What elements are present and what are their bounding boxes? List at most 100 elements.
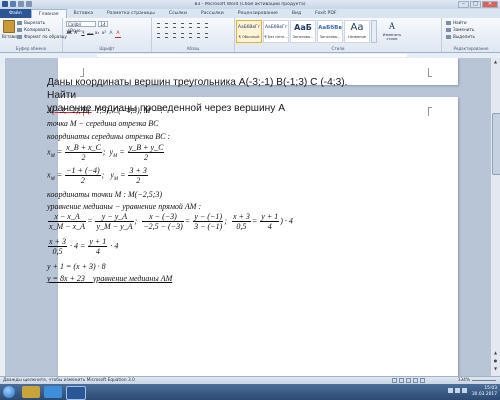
median-heading: уравнение медианы − уравнение прямой AM …: [47, 202, 202, 211]
undo-icon[interactable]: [18, 1, 24, 7]
word-logo-icon[interactable]: [2, 1, 8, 7]
italic-button[interactable]: К: [73, 31, 79, 37]
tab-insert[interactable]: Вставка: [67, 9, 100, 18]
multilevel-list-button[interactable]: [171, 21, 178, 27]
format-painter-button[interactable]: Формат по образцу: [17, 34, 67, 39]
increase-indent-button[interactable]: [187, 21, 194, 27]
clipboard-group: Вставить Вырезать Копировать Формат по о…: [0, 18, 67, 52]
paragraph-row-2: [155, 31, 210, 37]
underline-button[interactable]: Ч: [80, 31, 86, 37]
zoom-slider[interactable]: [472, 380, 496, 381]
word-taskbar-icon[interactable]: [66, 386, 86, 400]
browser-icon[interactable]: [44, 386, 62, 398]
point-m-coords: координаты точки M : M(−2,5;3): [47, 190, 163, 199]
prev-page-icon[interactable]: ▲: [492, 350, 499, 356]
style-title[interactable]: Аа Название: [344, 20, 370, 43]
title-bar: В3 - Microsoft Word (Сбой активации прод…: [0, 0, 500, 9]
bold-button[interactable]: Ж: [66, 31, 72, 37]
paste-button[interactable]: Вставить: [2, 20, 21, 42]
subscript-button[interactable]: x₂: [94, 31, 100, 37]
paragraph-group: Абзац: [152, 18, 235, 52]
minimize-button[interactable]: –: [458, 1, 469, 8]
vertical-scrollbar[interactable]: ▲ ▲ ● ▼: [490, 58, 500, 376]
superscript-button[interactable]: x²: [101, 31, 107, 37]
line-spacing-button[interactable]: [187, 31, 194, 37]
close-button[interactable]: ✕: [482, 1, 498, 8]
style-no-spacing[interactable]: АаБбВвГг ¶ Без инте...: [263, 20, 289, 43]
status-hint: Дважды щелкните, чтобы изменить Microsof…: [3, 378, 135, 383]
style-normal[interactable]: АаБбВвГг ¶ Обычный: [236, 20, 262, 43]
maximize-button[interactable]: □: [470, 1, 481, 8]
volume-icon[interactable]: [455, 388, 460, 393]
full-screen-icon[interactable]: [399, 378, 404, 383]
zoom-level[interactable]: 134%: [458, 378, 470, 383]
explorer-icon[interactable]: [22, 386, 40, 398]
shading-button[interactable]: [195, 31, 202, 37]
font-format-buttons: Ж К Ч abc x₂ x² A A: [66, 31, 121, 38]
change-styles-button[interactable]: A Изменить стили: [378, 20, 406, 43]
align-left-button[interactable]: [155, 31, 162, 37]
multiply-step: x + 3 0,5 · 4 = y + 14 · 4: [48, 237, 119, 256]
brush-icon: [17, 34, 22, 39]
tab-references[interactable]: Ссылки: [162, 9, 194, 18]
numbering-button[interactable]: [163, 21, 170, 27]
web-layout-icon[interactable]: [406, 378, 411, 383]
text-effects-button[interactable]: A: [108, 31, 114, 37]
next-page-icon[interactable]: ▼: [492, 366, 499, 372]
given-points: A(−3;−1), B(−1;3), C(−4;3), M − ?: [47, 106, 164, 115]
tab-page-layout[interactable]: Разметка страницы: [100, 9, 162, 18]
print-layout-icon[interactable]: [392, 378, 397, 383]
replace-button[interactable]: Заменить: [446, 27, 474, 32]
ribbon-tabs: Файл Главная Вставка Разметка страницы С…: [0, 9, 500, 18]
select-button[interactable]: Выделить: [446, 34, 475, 39]
paragraph-group-label: Абзац: [186, 46, 200, 51]
midpoint-formula: xM = x_B + x_C 2; yM = y_B + y_C 2: [47, 143, 165, 162]
task-line-1: Даны координаты вершин треугольника А(-3…: [47, 77, 348, 101]
styles-scroll[interactable]: [371, 20, 377, 43]
align-center-button[interactable]: [163, 31, 170, 37]
sort-button[interactable]: [195, 21, 202, 27]
tab-review[interactable]: Рецензирование: [231, 9, 285, 18]
find-button[interactable]: Найти: [446, 20, 467, 25]
simplified-step: y + 1 = (x + 3) · 8: [47, 262, 106, 271]
style-heading-2[interactable]: АаБбВв Заголово...: [317, 20, 343, 43]
clock-date[interactable]: 30.03.2017: [472, 392, 497, 398]
start-button[interactable]: [3, 386, 15, 398]
network-icon[interactable]: [448, 388, 453, 393]
draft-icon[interactable]: [420, 378, 425, 383]
replace-icon: [446, 27, 451, 32]
font-name-select[interactable]: Calibri (Осно: [66, 21, 96, 33]
crop-mark: [428, 107, 432, 116]
ribbon: Вставить Вырезать Копировать Формат по о…: [0, 18, 500, 53]
browse-object-icon[interactable]: ●: [492, 358, 499, 364]
language-icon[interactable]: [462, 388, 467, 393]
final-answer: y = 8x + 23 уравнение медианы AM: [47, 274, 173, 283]
scissors-icon: [17, 20, 22, 25]
decrease-indent-button[interactable]: [179, 21, 186, 27]
font-color-button[interactable]: A: [115, 31, 121, 38]
styles-group-label: Стили: [331, 46, 345, 51]
justify-button[interactable]: [179, 31, 186, 37]
styles-gallery: АаБбВвГг ¶ Обычный АаБбВвГг ¶ Без инте... …: [236, 20, 406, 43]
editing-group: Найти Заменить Выделить Редактирование: [442, 18, 500, 52]
tab-view[interactable]: Вид: [285, 9, 308, 18]
save-icon[interactable]: [10, 1, 16, 7]
style-heading-1[interactable]: АаБ Заголово...: [290, 20, 316, 43]
tab-mailings[interactable]: Рассылки: [194, 9, 231, 18]
borders-button[interactable]: [203, 31, 210, 37]
font-size-select[interactable]: 14: [98, 21, 108, 27]
cut-button[interactable]: Вырезать: [17, 20, 45, 25]
copy-button[interactable]: Копировать: [17, 27, 50, 32]
scroll-up-icon[interactable]: ▲: [492, 59, 499, 65]
outline-icon[interactable]: [413, 378, 418, 383]
tab-foxit-pdf[interactable]: Foxit PDF: [308, 9, 343, 18]
quick-access-toolbar: [2, 1, 32, 7]
bullets-button[interactable]: [155, 21, 162, 27]
tab-home[interactable]: Главная: [30, 9, 67, 18]
tab-file[interactable]: Файл: [0, 9, 31, 18]
align-right-button[interactable]: [171, 31, 178, 37]
strikethrough-button[interactable]: abc: [87, 31, 93, 37]
show-marks-button[interactable]: [203, 21, 210, 27]
scroll-thumb[interactable]: [492, 113, 500, 175]
redo-icon[interactable]: [26, 1, 32, 7]
